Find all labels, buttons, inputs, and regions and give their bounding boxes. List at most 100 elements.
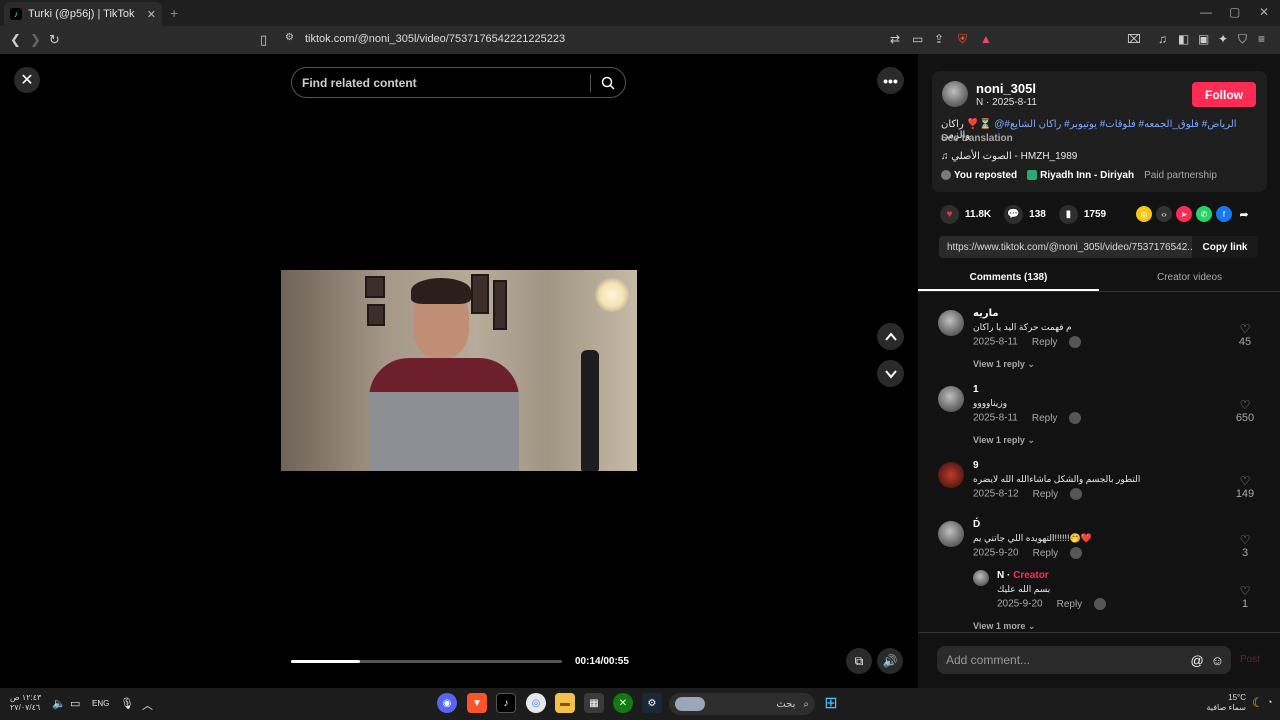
leo-icon[interactable]: ✦	[1218, 32, 1228, 46]
whatsapp-icon[interactable]: ✆	[1196, 206, 1212, 222]
notification-icon[interactable]: ◔	[1267, 697, 1272, 707]
tab-creator-videos[interactable]: Creator videos	[1099, 268, 1280, 291]
next-video-button[interactable]	[877, 360, 904, 387]
menu-icon[interactable]: ≡	[1258, 32, 1265, 46]
volume-icon[interactable]: 🔈	[52, 697, 66, 710]
search-icon[interactable]	[601, 76, 615, 90]
weather-widget[interactable]: 15°C سماء صافية	[1206, 693, 1246, 713]
copy-link-button[interactable]: Copy link	[1192, 236, 1258, 258]
chrome-icon[interactable]: ◎	[526, 693, 546, 713]
steam-icon[interactable]: ⚙	[642, 693, 662, 713]
taskbar-search[interactable]: بحث ⌕	[669, 693, 815, 715]
description-hashtags[interactable]: الرياض# فلوق_الجمعه# فلوقات# يوتيوبر# را…	[1004, 119, 1236, 130]
floating-player-button[interactable]: ⧉	[846, 648, 872, 674]
music-info[interactable]: ♫ الصوت الأصلي - HMZH_1989	[941, 151, 1077, 162]
commenter-name[interactable]: 9	[973, 460, 979, 471]
bookmark-icon[interactable]: ▯	[260, 32, 267, 48]
file-explorer-icon[interactable]: ▬	[555, 693, 575, 713]
close-video-button[interactable]: ✕	[14, 67, 40, 93]
screenshot-icon[interactable]: ⌧	[1127, 32, 1141, 46]
share-page-icon[interactable]: ⇪	[934, 32, 944, 46]
coin-icon[interactable]: ◎	[1136, 206, 1152, 222]
comment-like-button[interactable]: ♡ 1	[1230, 584, 1260, 610]
video-player[interactable]	[281, 270, 637, 471]
commenter-avatar[interactable]	[938, 386, 964, 412]
post-button[interactable]: Post	[1240, 654, 1260, 665]
media-icon[interactable]: ♫	[1158, 32, 1167, 46]
comment-like-button[interactable]: ♡ 45	[1230, 322, 1260, 348]
author-username[interactable]: noni_305l	[976, 81, 1036, 96]
tray-chevron-icon[interactable]: ︿	[142, 697, 153, 713]
find-related-search[interactable]: Find related content	[291, 67, 626, 98]
comment-like-button[interactable]: ♡ 650	[1230, 398, 1260, 424]
embed-icon[interactable]: ‹›	[1156, 206, 1172, 222]
taskbar-clock[interactable]: ١٢:٤٣ ص ٢٧/٠٧/٤٦	[10, 693, 41, 713]
comment-like-button[interactable]: ♡ 149	[1230, 474, 1260, 500]
reply-button[interactable]: Reply	[1033, 548, 1059, 559]
new-tab-button[interactable]: +	[170, 5, 178, 21]
save-button[interactable]: ▮ 1759	[1058, 205, 1106, 224]
brave-icon[interactable]: ▼	[467, 693, 487, 713]
cast-icon[interactable]: ▭	[912, 32, 923, 46]
view-replies-button[interactable]: View 1 reply ⌄	[973, 359, 1035, 370]
volume-button[interactable]: 🔊	[877, 648, 903, 674]
view-more-button[interactable]: View 1 more ⌄	[973, 621, 1035, 632]
reply-button[interactable]: Reply	[1032, 337, 1058, 348]
network-icon[interactable]: ▭	[70, 697, 80, 710]
commenter-avatar[interactable]	[938, 462, 964, 488]
video-progress-bar[interactable]	[291, 660, 562, 663]
reply-button[interactable]: Reply	[1032, 413, 1058, 424]
reply-button[interactable]: Reply	[1033, 489, 1059, 500]
share-arrow-icon[interactable]: ➦	[1236, 206, 1252, 222]
author-avatar[interactable]	[942, 81, 968, 107]
commenter-name[interactable]: 1	[973, 384, 979, 395]
video-link-box[interactable]: https://www.tiktok.com/@noni_305l/video/…	[939, 236, 1258, 258]
creator-avatar[interactable]	[973, 570, 989, 586]
tab-close-icon[interactable]: ✕	[147, 8, 156, 21]
comment-like-button[interactable]: ♡ 3	[1230, 533, 1260, 559]
reply-button[interactable]: Reply	[1057, 599, 1083, 610]
forward-icon[interactable]: ❯	[30, 32, 41, 48]
xbox-icon[interactable]: ✕	[613, 693, 633, 713]
more-options-button[interactable]: •••	[877, 67, 904, 94]
start-icon[interactable]: ⊞	[821, 693, 841, 713]
back-icon[interactable]: ❮	[10, 32, 21, 48]
browser-tab[interactable]: ♪ Turki (@p56j) | TikTok ✕	[4, 2, 162, 26]
vpn-icon[interactable]: ⛉	[1238, 32, 1247, 47]
wallet-icon[interactable]: ▣	[1198, 32, 1209, 46]
commenter-name[interactable]: ماريه	[973, 308, 999, 319]
address-bar[interactable]: tiktok.com/@noni_305l/video/753717654222…	[305, 33, 565, 45]
mention-icon[interactable]: @	[1191, 653, 1204, 668]
emoji-icon[interactable]: ☺	[1211, 653, 1224, 668]
view-replies-button[interactable]: View 1 reply ⌄	[973, 435, 1035, 446]
previous-video-button[interactable]	[877, 323, 904, 350]
store-icon[interactable]: ▦	[584, 693, 604, 713]
tiktok-app-icon[interactable]: ♪	[496, 693, 516, 713]
reposted-badge[interactable]: You reposted	[941, 170, 1017, 181]
send-icon[interactable]: ➤	[1176, 206, 1192, 222]
minimize-icon[interactable]: —	[1200, 5, 1212, 19]
add-comment-input[interactable]: Add comment... @ ☺	[937, 646, 1231, 674]
sidebar-icon[interactable]: ◧	[1178, 32, 1189, 46]
comment-button[interactable]: 💬 138	[1004, 205, 1046, 224]
see-translation-link[interactable]: See translation	[941, 133, 1013, 144]
location-badge[interactable]: Riyadh Inn - Diriyah	[1027, 170, 1134, 181]
commenter-name[interactable]: D́	[973, 519, 980, 530]
site-info-icon[interactable]: ⚙	[285, 32, 294, 43]
reload-icon[interactable]: ↻	[49, 32, 60, 48]
commenter-avatar[interactable]	[938, 521, 964, 547]
window-close-icon[interactable]: ✕	[1259, 5, 1269, 19]
description-mention[interactable]: @	[994, 119, 1004, 130]
like-button[interactable]: ♥ 11.8K	[940, 205, 991, 224]
tab-comments[interactable]: Comments (138)	[918, 268, 1099, 291]
creator-reply-name[interactable]: N · Creator	[997, 570, 1049, 581]
brave-rewards-icon[interactable]: ▲	[980, 32, 992, 46]
discord-icon[interactable]: ◉	[437, 693, 457, 713]
brave-shields-icon[interactable]: ⛨	[958, 32, 967, 47]
maximize-icon[interactable]: ▢	[1229, 5, 1240, 19]
microphone-icon[interactable]: 🎙	[120, 697, 134, 710]
commenter-avatar[interactable]	[938, 310, 964, 336]
follow-button[interactable]: Follow	[1192, 82, 1256, 107]
translate-icon[interactable]: ⇄	[890, 32, 900, 46]
language-indicator[interactable]: ENG	[92, 699, 109, 708]
